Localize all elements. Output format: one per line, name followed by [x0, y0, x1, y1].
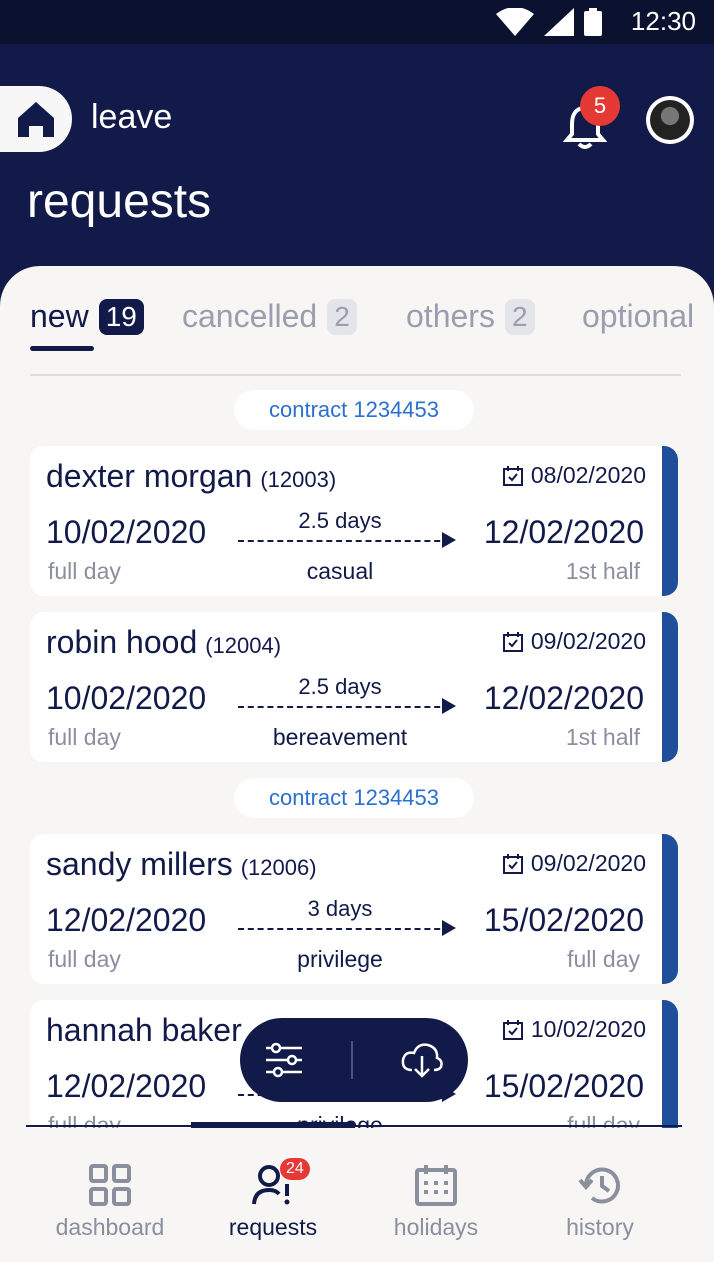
wifi-icon [496, 8, 534, 36]
nav-holidays[interactable]: holidays [354, 1164, 518, 1241]
from-date: 10/02/2020 [46, 514, 207, 550]
nav-label: holidays [393, 1214, 479, 1240]
tab-label: cancelled [182, 298, 318, 334]
applied-date: 09/02/2020 [530, 628, 646, 654]
battery-icon [584, 8, 602, 36]
card-accent [662, 446, 678, 596]
dashboard-grid-icon [89, 1164, 131, 1206]
calendar-check-icon [502, 631, 523, 652]
to-date: 15/02/2020 [483, 1068, 644, 1104]
nav-label: dashboard [55, 1214, 165, 1240]
tab-new[interactable]: new 19 [30, 298, 144, 335]
nav-requests[interactable]: requests 24 [191, 1158, 355, 1241]
notification-badge: 5 [580, 86, 620, 126]
calendar-check-icon [502, 1019, 523, 1040]
leave-duration: 2.5 days [298, 508, 382, 533]
to-session: full day [567, 946, 640, 972]
requests-badge: 24 [280, 1158, 310, 1180]
request-card[interactable]: robin hood (12004) 09/02/2020 10/02/2020 … [30, 612, 678, 762]
pill-divider [350, 1041, 353, 1079]
avatar[interactable] [646, 96, 694, 144]
tab-count: 19 [98, 298, 144, 335]
employee-id: (12006) [240, 855, 317, 880]
tab-cancelled[interactable]: cancelled 2 [182, 298, 357, 335]
tab-others[interactable]: others 2 [406, 298, 535, 335]
employee-name: sandy millers [46, 846, 233, 882]
page-title: requests [27, 175, 212, 228]
tab-optional[interactable]: optional [582, 298, 694, 335]
tab-label: new [30, 298, 89, 334]
contract-chip: contract 1234453 [234, 390, 474, 430]
employee-name: hannah baker [46, 1012, 242, 1048]
from-date: 10/02/2020 [46, 680, 207, 716]
leave-type: casual [306, 558, 374, 584]
nav-label: history [566, 1214, 634, 1240]
leave-type: privilege [297, 946, 383, 972]
tab-count: 2 [327, 298, 357, 335]
employee-id: (12004) [205, 633, 282, 658]
from-session: full day [48, 946, 121, 972]
arrow-right-icon [442, 698, 456, 714]
action-pill [240, 1018, 468, 1102]
nav-dashboard[interactable]: dashboard [28, 1164, 192, 1241]
applied-date: 10/02/2020 [530, 1016, 646, 1042]
request-card[interactable]: dexter morgan (12003) 08/02/2020 10/02/20… [30, 446, 678, 596]
status-bar: 12:30 [0, 0, 714, 44]
applied-date: 08/02/2020 [530, 462, 646, 488]
to-date: 12/02/2020 [483, 680, 644, 716]
card-accent [662, 612, 678, 762]
avatar-image [650, 100, 690, 140]
arrow-right-icon [442, 920, 456, 936]
tab-label: others [406, 298, 495, 334]
nav-history[interactable]: history [518, 1166, 682, 1241]
to-session: 1st half [565, 724, 640, 750]
from-date: 12/02/2020 [46, 1068, 207, 1104]
requests-sheet: new 19 cancelled 2 others 2 optional con… [0, 266, 714, 1136]
module-title: leave [91, 98, 173, 136]
request-card[interactable]: sandy millers (12006) 09/02/2020 12/02/20… [30, 834, 678, 984]
history-clock-icon [578, 1167, 620, 1204]
tab-count: 2 [504, 298, 535, 335]
status-time: 12:30 [630, 6, 696, 36]
card-accent [662, 834, 678, 984]
to-session: 1st half [565, 558, 640, 584]
from-session: full day [48, 558, 121, 584]
employee-id: (12003) [260, 467, 337, 492]
employee-name: dexter morgan [46, 458, 253, 494]
card-accent [662, 1000, 678, 1136]
leave-duration: 2.5 days [298, 674, 382, 699]
calendar-check-icon [502, 853, 523, 874]
tab-divider [30, 374, 681, 376]
calendar-check-icon [502, 465, 523, 486]
cloud-download-icon[interactable] [400, 1040, 444, 1080]
calendar-icon [415, 1165, 457, 1206]
bottom-nav: dashboard requests 24 holidays history [0, 1128, 714, 1262]
contract-chip: contract 1234453 [234, 778, 474, 818]
tab-label: optional [582, 298, 695, 334]
leave-duration: 3 days [307, 896, 373, 921]
to-date: 12/02/2020 [483, 514, 644, 550]
duration-line [238, 928, 450, 930]
home-icon [18, 102, 54, 137]
filter-sliders-icon[interactable] [264, 1040, 304, 1080]
from-session: full day [48, 724, 121, 750]
to-date: 15/02/2020 [483, 902, 644, 938]
from-date: 12/02/2020 [46, 902, 207, 938]
arrow-right-icon [442, 532, 456, 548]
applied-date: 09/02/2020 [530, 850, 646, 876]
status-icons [496, 8, 602, 36]
tab-indicator [30, 346, 94, 351]
employee-name: robin hood [46, 624, 198, 660]
duration-line [238, 706, 450, 708]
leave-type: bereavement [272, 724, 408, 750]
signal-icon [544, 8, 574, 36]
home-button[interactable] [0, 86, 72, 152]
duration-line [238, 540, 450, 542]
tab-bar: new 19 cancelled 2 others 2 optional [0, 298, 714, 348]
nav-label: requests [228, 1214, 318, 1240]
